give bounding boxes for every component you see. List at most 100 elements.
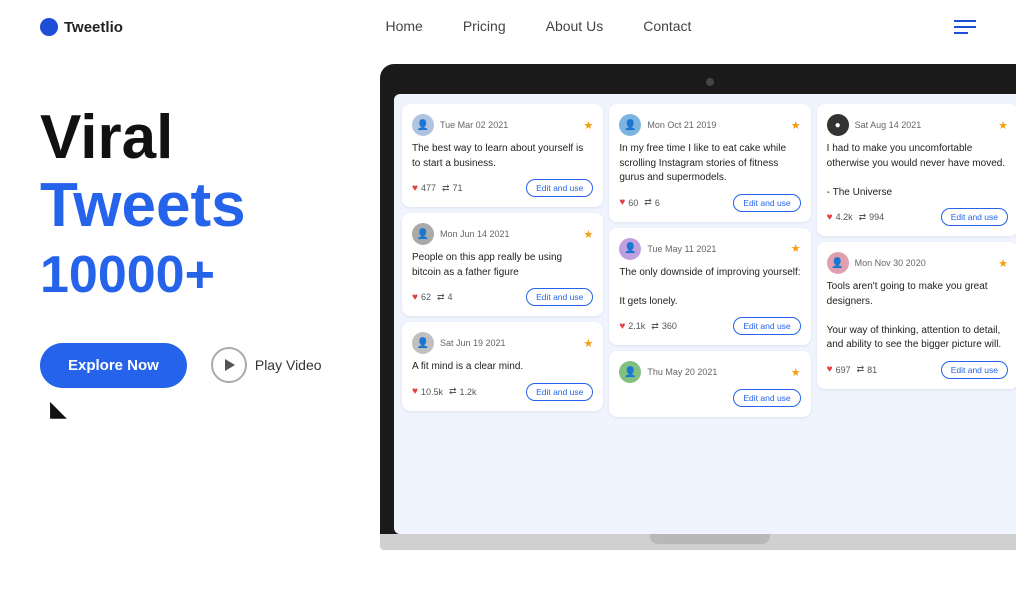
retweet-count: ⇄ 6: [644, 197, 660, 208]
tweet-footer: ♥ 10.5k ⇄ 1.2k Edit and use: [412, 383, 593, 401]
star-icon: ★: [583, 119, 593, 132]
tweet-date: Thu May 20 2021: [647, 367, 784, 377]
laptop-wrapper: 👤 Tue Mar 02 2021 ★ The best way to lear…: [380, 64, 1016, 550]
heart-icon: ♥: [827, 364, 833, 375]
tweet-card: 👤 Tue May 11 2021 ★ The only downside of…: [609, 228, 810, 346]
nav-about[interactable]: About Us: [546, 18, 604, 34]
tweet-footer: ♥ 697 ⇄ 81 Edit and use: [827, 361, 1008, 379]
hamburger-menu[interactable]: [954, 20, 976, 34]
tweet-header: 👤 Thu May 20 2021 ★: [619, 361, 800, 383]
laptop-camera: [706, 78, 714, 86]
tweet-card: 👤 Mon Jun 14 2021 ★ People on this app r…: [402, 213, 603, 316]
tweet-header: 👤 Tue Mar 02 2021 ★: [412, 114, 593, 136]
avatar: 👤: [619, 238, 641, 260]
tweet-card: 👤 Mon Nov 30 2020 ★ Tools aren't going t…: [817, 242, 1016, 389]
like-count: ♥ 4.2k: [827, 212, 853, 223]
hero-count: 10000+: [40, 244, 360, 306]
avatar: 👤: [412, 223, 434, 245]
heart-icon: ♥: [412, 292, 418, 303]
tweet-date: Sat Aug 14 2021: [855, 120, 992, 130]
hero-title-tweets: Tweets: [40, 172, 360, 240]
star-icon: ★: [791, 119, 801, 132]
tweet-date: Sat Jun 19 2021: [440, 338, 577, 348]
avatar: 👤: [412, 332, 434, 354]
like-count: ♥ 2.1k: [619, 321, 645, 332]
navbar: Tweetlio Home Pricing About Us Contact: [0, 0, 1016, 54]
hero-left: Viral Tweets 10000+ Explore Now Play Vid…: [40, 74, 360, 422]
tweet-date: Tue May 11 2021: [647, 244, 784, 254]
tweet-text: People on this app really be using bitco…: [412, 251, 593, 280]
play-circle-icon: [211, 347, 247, 383]
edit-use-button[interactable]: Edit and use: [733, 317, 800, 335]
nav-pricing[interactable]: Pricing: [463, 18, 506, 34]
edit-use-button[interactable]: Edit and use: [941, 208, 1008, 226]
tweet-card: ● Sat Aug 14 2021 ★ I had to make you un…: [817, 104, 1016, 236]
tweet-date: Mon Nov 30 2020: [855, 258, 992, 268]
hero-section: Viral Tweets 10000+ Explore Now Play Vid…: [0, 54, 1016, 550]
hero-right: 👤 Tue Mar 02 2021 ★ The best way to lear…: [380, 64, 1016, 550]
tweet-header: 👤 Sat Jun 19 2021 ★: [412, 332, 593, 354]
edit-use-button[interactable]: Edit and use: [526, 179, 593, 197]
star-icon: ★: [583, 228, 593, 241]
tweet-text: The best way to learn about yourself is …: [412, 142, 593, 171]
retweet-icon: ⇄: [644, 197, 652, 208]
heart-icon: ♥: [412, 183, 418, 194]
edit-use-button[interactable]: Edit and use: [941, 361, 1008, 379]
like-count: ♥ 477: [412, 183, 436, 194]
star-icon: ★: [791, 366, 801, 379]
retweet-count: ⇄ 4: [437, 292, 453, 303]
like-count: ♥ 697: [827, 364, 851, 375]
tweet-text: I had to make you uncomfortable otherwis…: [827, 142, 1008, 200]
tweet-header: 👤 Mon Jun 14 2021 ★: [412, 223, 593, 245]
nav-home[interactable]: Home: [385, 18, 422, 34]
tweet-card: 👤 Tue Mar 02 2021 ★ The best way to lear…: [402, 104, 603, 207]
edit-use-button[interactable]: Edit and use: [733, 194, 800, 212]
tweet-footer: Edit and use: [619, 389, 800, 407]
avatar: 👤: [619, 114, 641, 136]
heart-icon: ♥: [619, 197, 625, 208]
tweet-footer: ♥ 62 ⇄ 4 Edit and use: [412, 288, 593, 306]
tweet-card: 👤 Sat Jun 19 2021 ★ A fit mind is a clea…: [402, 322, 603, 411]
tweet-header: 👤 Mon Nov 30 2020 ★: [827, 252, 1008, 274]
like-count: ♥ 62: [412, 292, 431, 303]
tweet-col-1: 👤 Tue Mar 02 2021 ★ The best way to lear…: [402, 104, 603, 524]
tweet-footer: ♥ 477 ⇄ 71 Edit and use: [412, 179, 593, 197]
laptop-screen: 👤 Tue Mar 02 2021 ★ The best way to lear…: [380, 64, 1016, 534]
laptop-base: [380, 534, 1016, 550]
star-icon: ★: [583, 337, 593, 350]
logo-icon: [40, 18, 58, 36]
heart-icon: ♥: [827, 212, 833, 223]
heart-icon: ♥: [412, 386, 418, 397]
retweet-icon: ⇄: [651, 321, 659, 332]
tweet-header: 👤 Tue May 11 2021 ★: [619, 238, 800, 260]
retweet-count: ⇄ 360: [651, 321, 677, 332]
edit-use-button[interactable]: Edit and use: [526, 383, 593, 401]
explore-now-button[interactable]: Explore Now: [40, 343, 187, 388]
star-icon: ★: [791, 242, 801, 255]
retweet-icon: ⇄: [857, 364, 865, 375]
tweet-footer: ♥ 4.2k ⇄ 994 Edit and use: [827, 208, 1008, 226]
retweet-count: ⇄ 81: [857, 364, 878, 375]
edit-use-button[interactable]: Edit and use: [526, 288, 593, 306]
tweet-footer: ♥ 60 ⇄ 6 Edit and use: [619, 194, 800, 212]
play-video-button[interactable]: Play Video: [211, 347, 322, 383]
tweet-date: Mon Oct 21 2019: [647, 120, 784, 130]
play-triangle-icon: [225, 359, 235, 371]
avatar: 👤: [827, 252, 849, 274]
retweet-icon: ⇄: [437, 292, 445, 303]
tweet-date: Mon Jun 14 2021: [440, 229, 577, 239]
nav-links: Home Pricing About Us Contact: [385, 18, 691, 36]
hero-actions: Explore Now Play Video: [40, 343, 360, 388]
logo-text: Tweetlio: [64, 19, 123, 36]
logo: Tweetlio: [40, 18, 123, 36]
retweet-count: ⇄ 994: [859, 212, 885, 223]
play-video-label: Play Video: [255, 357, 322, 373]
cursor-icon: ◣: [50, 396, 360, 422]
retweet-icon: ⇄: [449, 386, 457, 397]
like-count: ♥ 10.5k: [412, 386, 443, 397]
tweet-header: ● Sat Aug 14 2021 ★: [827, 114, 1008, 136]
tweet-date: Tue Mar 02 2021: [440, 120, 577, 130]
edit-use-button[interactable]: Edit and use: [733, 389, 800, 407]
nav-contact[interactable]: Contact: [643, 18, 691, 34]
avatar: 👤: [619, 361, 641, 383]
